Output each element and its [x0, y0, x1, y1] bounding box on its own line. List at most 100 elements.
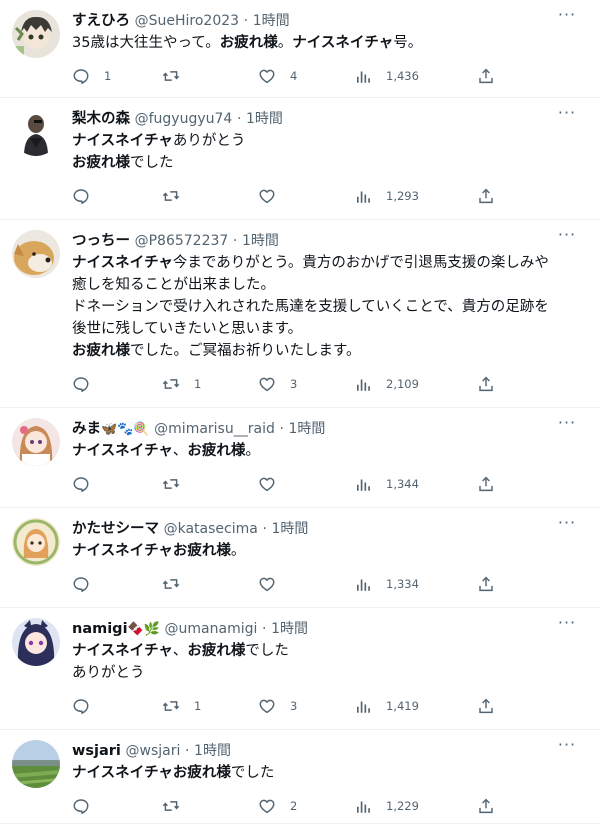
author-handle[interactable]: @fugyugyu74: [135, 111, 233, 127]
timestamp[interactable]: 1時間: [253, 13, 290, 29]
avatar[interactable]: [12, 108, 60, 156]
author-name[interactable]: みま: [72, 421, 101, 437]
highlighted-keyword: ナイスネイチャ: [72, 443, 173, 459]
timestamp[interactable]: 1時間: [194, 743, 231, 759]
reply-button[interactable]: [72, 796, 104, 816]
views-button[interactable]: 1,344: [354, 474, 419, 494]
like-button[interactable]: 4: [258, 66, 297, 86]
tweet-text-line: ナイスネイチャ今までありがとう。貴方のおかげで引退馬支援の楽しみや: [72, 252, 582, 274]
timestamp[interactable]: 1時間: [271, 621, 308, 637]
more-icon[interactable]: ···: [554, 615, 580, 636]
author-handle[interactable]: @katasecima: [164, 521, 258, 537]
views-icon: [354, 187, 372, 205]
author-handle[interactable]: @umanamigi: [165, 621, 258, 637]
more-icon[interactable]: ···: [554, 415, 580, 436]
share-button[interactable]: [477, 796, 495, 816]
share-button[interactable]: [477, 374, 495, 394]
share-button[interactable]: [477, 474, 495, 494]
more-icon[interactable]: ···: [554, 737, 580, 758]
tweet[interactable]: かたせシーマ @katasecima · 1時間 ··· ナイスネイチャお疲れ様。 1…: [0, 508, 600, 608]
views-button[interactable]: 1,419: [354, 696, 419, 716]
retweets-count: 1: [194, 377, 202, 391]
tweet[interactable]: すえひろ @SueHiro2023 · 1時間 ··· 35歳は大往生やって。お疲れ…: [0, 0, 600, 98]
share-button[interactable]: [477, 186, 495, 206]
tweet-header: つっちー @P86572237 · 1時間: [72, 230, 279, 252]
likes-count: 3: [290, 377, 298, 391]
tweet[interactable]: 梨木の森 @fugyugyu74 · 1時間 ··· ナイスネイチャありがとう お疲れ…: [0, 98, 600, 220]
text-segment: でした: [230, 765, 275, 781]
avatar[interactable]: [12, 10, 60, 58]
tweet[interactable]: みま🦋🐾🍭 @mimarisu__raid · 1時間 ··· ナイスネイチャ、お疲…: [0, 408, 600, 508]
timestamp[interactable]: 1時間: [246, 111, 283, 127]
heart-icon: [258, 187, 276, 205]
reply-button[interactable]: [72, 474, 104, 494]
like-button[interactable]: 3: [258, 696, 297, 716]
timestamp[interactable]: 1時間: [289, 421, 326, 437]
share-button[interactable]: [477, 574, 495, 594]
reply-button[interactable]: [72, 374, 104, 394]
heart-icon: [258, 375, 276, 393]
like-button[interactable]: [258, 474, 290, 494]
author-name[interactable]: namigi: [72, 621, 128, 637]
heart-icon: [258, 575, 276, 593]
author-handle[interactable]: @SueHiro2023: [135, 13, 239, 29]
more-icon[interactable]: ···: [554, 7, 580, 28]
heart-icon: [258, 67, 276, 85]
author-handle[interactable]: @mimarisu__raid: [154, 421, 275, 437]
share-button[interactable]: [477, 696, 495, 716]
views-icon: [354, 375, 372, 393]
author-handle[interactable]: @wsjari: [126, 743, 181, 759]
avatar[interactable]: [12, 618, 60, 666]
author-handle[interactable]: @P86572237: [135, 233, 229, 249]
views-button[interactable]: 1,436: [354, 66, 419, 86]
author-name[interactable]: かたせシーマ: [72, 521, 159, 537]
retweet-icon: [162, 187, 180, 205]
more-icon[interactable]: ···: [554, 227, 580, 248]
author-name[interactable]: wsjari: [72, 743, 121, 759]
retweet-button[interactable]: [162, 574, 194, 594]
tweet[interactable]: つっちー @P86572237 · 1時間 ··· ナイスネイチャ今までありがとう。…: [0, 220, 600, 408]
reply-icon: [72, 67, 90, 85]
like-button[interactable]: 2: [258, 796, 297, 816]
tweet-text: ナイスネイチャ、お疲れ様でした ありがとう: [72, 640, 582, 684]
tweet[interactable]: wsjari @wsjari · 1時間 ··· ナイスネイチャお疲れ様でした 2 1,…: [0, 730, 600, 824]
retweet-button[interactable]: [162, 796, 194, 816]
views-button[interactable]: 1,293: [354, 186, 419, 206]
timestamp[interactable]: 1時間: [242, 233, 279, 249]
separator-dot: ·: [262, 521, 267, 537]
like-button[interactable]: [258, 574, 290, 594]
author-name[interactable]: つっちー: [72, 233, 130, 249]
tweet[interactable]: namigi🍫🌿 @umanamigi · 1時間 ··· ナイスネイチャ、お疲れ様…: [0, 608, 600, 730]
like-button[interactable]: 3: [258, 374, 297, 394]
reply-button[interactable]: [72, 696, 104, 716]
more-icon[interactable]: ···: [554, 105, 580, 126]
reply-button[interactable]: [72, 574, 104, 594]
reply-button[interactable]: [72, 186, 104, 206]
avatar[interactable]: [12, 230, 60, 278]
views-button[interactable]: 1,229: [354, 796, 419, 816]
tweet-text-line: ナイスネイチャ、お疲れ様。: [72, 440, 582, 462]
heart-icon: [258, 797, 276, 815]
more-icon[interactable]: ···: [554, 515, 580, 536]
views-button[interactable]: 1,334: [354, 574, 419, 594]
like-button[interactable]: [258, 186, 290, 206]
share-button[interactable]: [477, 66, 495, 86]
reply-button[interactable]: 1: [72, 66, 111, 86]
retweet-button[interactable]: [162, 66, 194, 86]
avatar[interactable]: [12, 418, 60, 466]
retweet-button[interactable]: 1: [162, 374, 201, 394]
retweet-button[interactable]: 1: [162, 696, 201, 716]
author-name[interactable]: すえひろ: [72, 13, 130, 29]
text-segment: 。: [277, 35, 293, 51]
avatar[interactable]: [12, 518, 60, 566]
timeline: すえひろ @SueHiro2023 · 1時間 ··· 35歳は大往生やって。お疲れ…: [0, 0, 600, 824]
highlighted-keyword: ナイスネイチャ: [72, 133, 173, 149]
views-button[interactable]: 2,109: [354, 374, 419, 394]
timestamp[interactable]: 1時間: [272, 521, 309, 537]
tweet-text-line: ナイスネイチャ、お疲れ様でした: [72, 640, 582, 662]
tweet-header: wsjari @wsjari · 1時間: [72, 740, 231, 762]
retweet-button[interactable]: [162, 186, 194, 206]
avatar[interactable]: [12, 740, 60, 788]
author-name[interactable]: 梨木の森: [72, 111, 130, 127]
retweet-button[interactable]: [162, 474, 194, 494]
